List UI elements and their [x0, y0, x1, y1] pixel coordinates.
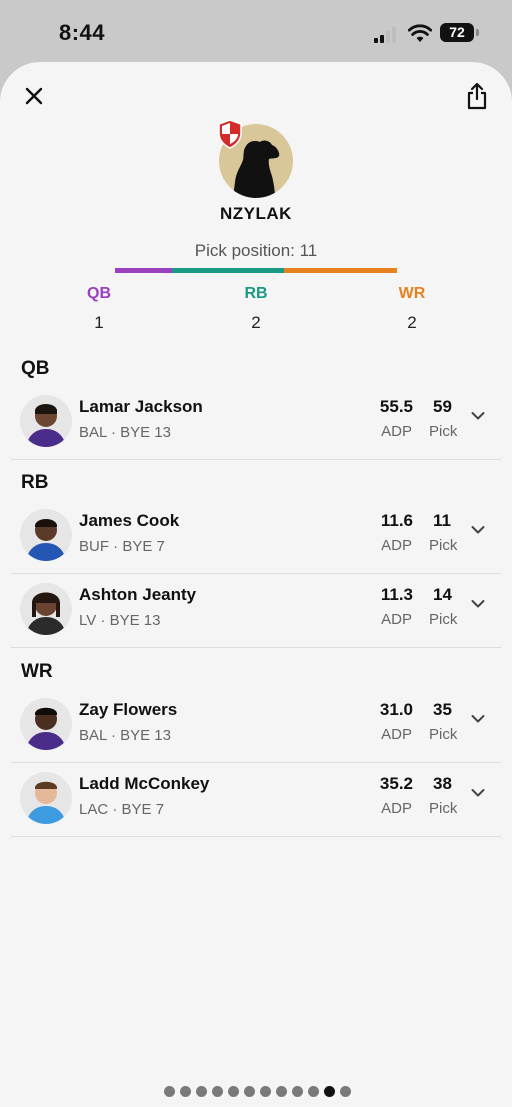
adp-label: ADP — [381, 800, 412, 817]
adp-label: ADP — [381, 423, 412, 440]
pick-label: Pick — [429, 726, 458, 743]
page-dot[interactable] — [340, 1086, 351, 1097]
chevron-down-icon[interactable] — [471, 525, 485, 535]
player-row[interactable]: James Cook BUF · BYE 7 11.6 ADP 11 Pick — [11, 499, 501, 574]
close-icon[interactable] — [22, 84, 46, 108]
position-label-wr: WR — [398, 285, 426, 302]
chevron-down-icon[interactable] — [471, 411, 485, 421]
adp-value: 11.6 — [380, 511, 413, 530]
adp-label: ADP — [381, 611, 412, 628]
player-photo — [20, 509, 72, 561]
page-dot[interactable] — [228, 1086, 239, 1097]
player-team-bye: LV · BYE 13 — [79, 612, 161, 629]
page-dot[interactable] — [180, 1086, 191, 1097]
position-count-qb: 1 — [94, 313, 104, 332]
team-name: NZYLAK — [220, 204, 292, 223]
page-dot[interactable] — [324, 1086, 335, 1097]
player-name: Ashton Jeanty — [79, 585, 197, 604]
position-count-rb: 2 — [251, 313, 261, 332]
player-photo — [20, 698, 72, 750]
status-bar: 8:44 72 — [0, 0, 512, 62]
page-dot[interactable] — [212, 1086, 223, 1097]
position-label-qb: QB — [87, 285, 111, 302]
player-team-bye: BUF · BYE 7 — [79, 538, 165, 555]
page-dot[interactable] — [308, 1086, 319, 1097]
wifi-icon — [408, 24, 432, 42]
player-name: Lamar Jackson — [79, 397, 203, 416]
page-dot[interactable] — [164, 1086, 175, 1097]
battery-indicator: 72 — [440, 23, 474, 42]
shield-icon — [218, 119, 242, 149]
player-team-bye: BAL · BYE 13 — [79, 424, 171, 441]
adp-value: 35.2 — [379, 774, 413, 793]
position-bar-rb — [172, 268, 284, 273]
player-name: Ladd McConkey — [79, 774, 210, 793]
position-bar-wr — [284, 268, 397, 273]
chevron-down-icon[interactable] — [471, 788, 485, 798]
cellular-signal-icon — [374, 25, 400, 43]
pick-value: 38 — [433, 774, 452, 793]
section-title-qb: QB — [21, 358, 50, 379]
adp-value: 55.5 — [379, 397, 413, 416]
player-photo — [20, 583, 72, 635]
pick-position: Pick position: 11 — [194, 241, 318, 260]
chevron-down-icon[interactable] — [471, 714, 485, 724]
pick-label: Pick — [429, 800, 458, 817]
pick-label: Pick — [429, 537, 458, 554]
battery-tip — [476, 29, 479, 36]
player-row[interactable]: Ladd McConkey LAC · BYE 7 35.2 ADP 38 Pi… — [11, 762, 501, 837]
player-team-bye: BAL · BYE 13 — [79, 727, 171, 744]
player-name: Zay Flowers — [79, 700, 178, 719]
adp-label: ADP — [381, 537, 412, 554]
position-bar-qb — [115, 268, 172, 273]
pick-value: 35 — [433, 700, 452, 719]
player-row[interactable]: Lamar Jackson BAL · BYE 13 55.5 ADP 59 P… — [11, 385, 501, 460]
position-count-wr: 2 — [407, 313, 417, 332]
chevron-down-icon[interactable] — [471, 599, 485, 609]
position-label-rb: RB — [244, 285, 268, 302]
player-photo — [20, 395, 72, 447]
pick-value: 14 — [433, 585, 452, 604]
page-dot[interactable] — [276, 1086, 287, 1097]
player-team-bye: LAC · BYE 7 — [79, 801, 165, 818]
pick-label: Pick — [429, 611, 458, 628]
adp-value: 31.0 — [379, 700, 413, 719]
pick-label: Pick — [429, 423, 458, 440]
share-icon[interactable] — [464, 82, 490, 110]
player-photo — [20, 772, 72, 824]
section-title-rb: RB — [21, 472, 49, 493]
pick-value: 11 — [433, 511, 451, 530]
pick-value: 59 — [433, 397, 452, 416]
player-name: James Cook — [79, 511, 180, 530]
page-dot[interactable] — [196, 1086, 207, 1097]
player-row[interactable]: Zay Flowers BAL · BYE 13 31.0 ADP 35 Pic… — [11, 688, 501, 763]
section-title-wr: WR — [21, 661, 53, 682]
player-row[interactable]: Ashton Jeanty LV · BYE 13 11.3 ADP 14 Pi… — [11, 573, 501, 648]
status-time: 8:44 — [59, 20, 106, 45]
adp-label: ADP — [381, 726, 412, 743]
page-dot[interactable] — [292, 1086, 303, 1097]
adp-value: 11.3 — [380, 585, 413, 604]
page-dot[interactable] — [260, 1086, 271, 1097]
page-dot[interactable] — [244, 1086, 255, 1097]
